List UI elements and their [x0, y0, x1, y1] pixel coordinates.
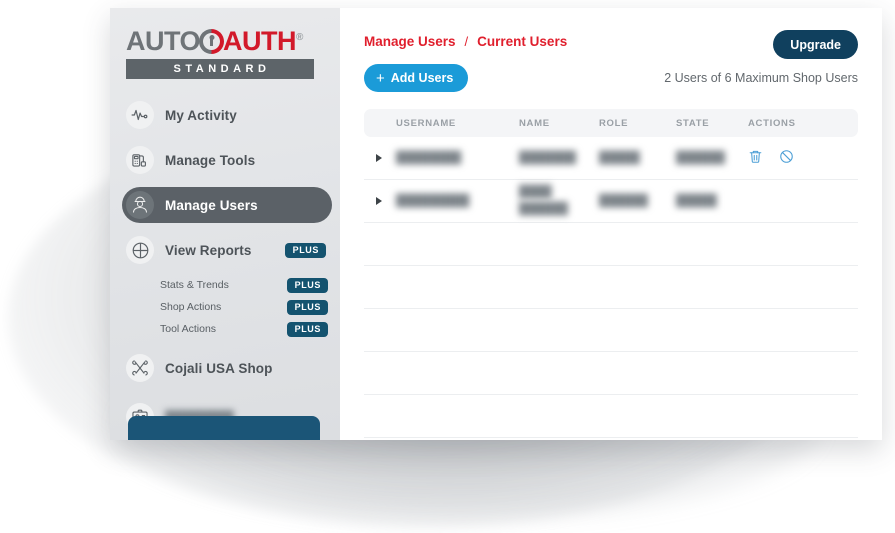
column-header-role[interactable]: ROLE — [599, 118, 676, 129]
plus-badge: PLUS — [284, 242, 326, 258]
sidebar-item-shop[interactable]: Cojali USA Shop — [122, 350, 332, 386]
sidebar-subitem-stats-trends[interactable]: Stats & Trends PLUS — [160, 277, 328, 293]
cell-username: ████████ — [396, 151, 462, 164]
plus-badge: PLUS — [286, 321, 328, 337]
scan-tool-icon — [126, 146, 154, 174]
sidebar-nav: My Activity Manage Tools Manage Users Vi… — [110, 97, 340, 435]
cell-state: ██████ — [676, 151, 725, 164]
sidebar-item-manage-tools[interactable]: Manage Tools — [122, 142, 332, 178]
expand-row-caret-icon[interactable] — [364, 197, 396, 205]
cell-name-line2: ██████ — [519, 203, 568, 215]
cell-name: ███████ — [519, 151, 577, 164]
table-row[interactable]: ████████ ███████ █████ ██████ — [364, 137, 858, 180]
sidebar-subitem-label: Stats & Trends — [160, 279, 229, 291]
main-content: Upgrade Manage Users / Current Users + A… — [340, 8, 882, 440]
logo-keyhole-icon — [199, 29, 225, 54]
breadcrumb-separator: / — [464, 34, 469, 49]
logo-registered-mark: ® — [296, 32, 303, 43]
sidebar-item-my-activity[interactable]: My Activity — [122, 97, 332, 133]
plus-badge: PLUS — [286, 299, 328, 315]
screenshot-stage: AUTO AUTH® STANDARD My Activity Manage T… — [0, 0, 895, 533]
breadcrumb-parent[interactable]: Manage Users — [364, 34, 456, 49]
sidebar-subnav: Stats & Trends PLUS Shop Actions PLUS To… — [110, 277, 340, 337]
sidebar-subitem-label: Tool Actions — [160, 323, 217, 335]
pie-chart-icon — [126, 236, 154, 264]
column-header-username[interactable]: USERNAME — [364, 118, 519, 129]
table-empty-row — [364, 309, 858, 352]
sidebar-item-manage-users[interactable]: Manage Users — [122, 187, 332, 223]
activity-pulse-icon — [126, 101, 154, 129]
cell-state: █████ — [676, 194, 717, 207]
user-count-status: 2 Users of 6 Maximum Shop Users — [664, 71, 858, 85]
column-header-actions: ACTIONS — [748, 117, 796, 129]
toolbar: + Add Users 2 Users of 6 Maximum Shop Us… — [364, 64, 858, 92]
brand-logo[interactable]: AUTO AUTH® STANDARD — [110, 22, 340, 79]
cell-role: █████ — [599, 151, 640, 164]
logo-wordmark: AUTO AUTH® — [126, 28, 326, 55]
sidebar-item-label: Manage Users — [165, 197, 258, 213]
table-empty-row — [364, 352, 858, 395]
delete-icon[interactable] — [748, 149, 763, 167]
table-row[interactable]: █████████ ████ ██████ ██████ █████ — [364, 180, 858, 223]
column-header-state[interactable]: STATE — [676, 118, 748, 129]
cell-role: ██████ — [599, 194, 648, 207]
sidebar-item-label: My Activity — [165, 107, 237, 123]
sidebar-item-label: Cojali USA Shop — [165, 360, 273, 376]
plus-badge: PLUS — [286, 277, 328, 293]
users-table: USERNAME NAME ROLE STATE ACTIONS ███████… — [364, 109, 858, 438]
cell-username: █████████ — [396, 194, 470, 207]
sidebar-subitem-shop-actions[interactable]: Shop Actions PLUS — [160, 299, 328, 315]
disable-icon[interactable] — [779, 149, 794, 167]
add-users-label: Add Users — [390, 71, 454, 85]
cell-name: ████ — [519, 185, 552, 198]
table-header-row: USERNAME NAME ROLE STATE ACTIONS — [364, 109, 858, 137]
sidebar-bottom-button[interactable] — [128, 416, 320, 440]
add-users-button[interactable]: + Add Users — [364, 64, 469, 92]
column-header-name[interactable]: NAME — [519, 118, 599, 129]
mechanic-user-icon — [126, 191, 154, 219]
upgrade-button[interactable]: Upgrade — [773, 30, 858, 59]
sidebar-item-label: Manage Tools — [165, 152, 256, 168]
plus-icon: + — [376, 69, 385, 87]
logo-auth-text: AUTH — [223, 26, 297, 56]
table-empty-row — [364, 223, 858, 266]
sidebar-subitem-tool-actions[interactable]: Tool Actions PLUS — [160, 321, 328, 337]
sidebar-item-label: View Reports — [165, 242, 252, 258]
sidebar: AUTO AUTH® STANDARD My Activity Manage T… — [110, 8, 340, 440]
expand-row-caret-icon[interactable] — [364, 154, 396, 162]
logo-tier-bar: STANDARD — [126, 59, 314, 79]
sidebar-subitem-label: Shop Actions — [160, 301, 222, 313]
breadcrumb-current[interactable]: Current Users — [477, 34, 567, 49]
logo-auto-text: AUTO — [126, 26, 201, 56]
table-empty-row — [364, 266, 858, 309]
table-empty-row — [364, 395, 858, 438]
row-actions — [748, 149, 858, 167]
crossed-wrenches-icon — [126, 354, 154, 382]
sidebar-item-view-reports[interactable]: View Reports PLUS — [122, 232, 332, 268]
app-window-card: AUTO AUTH® STANDARD My Activity Manage T… — [110, 8, 882, 440]
